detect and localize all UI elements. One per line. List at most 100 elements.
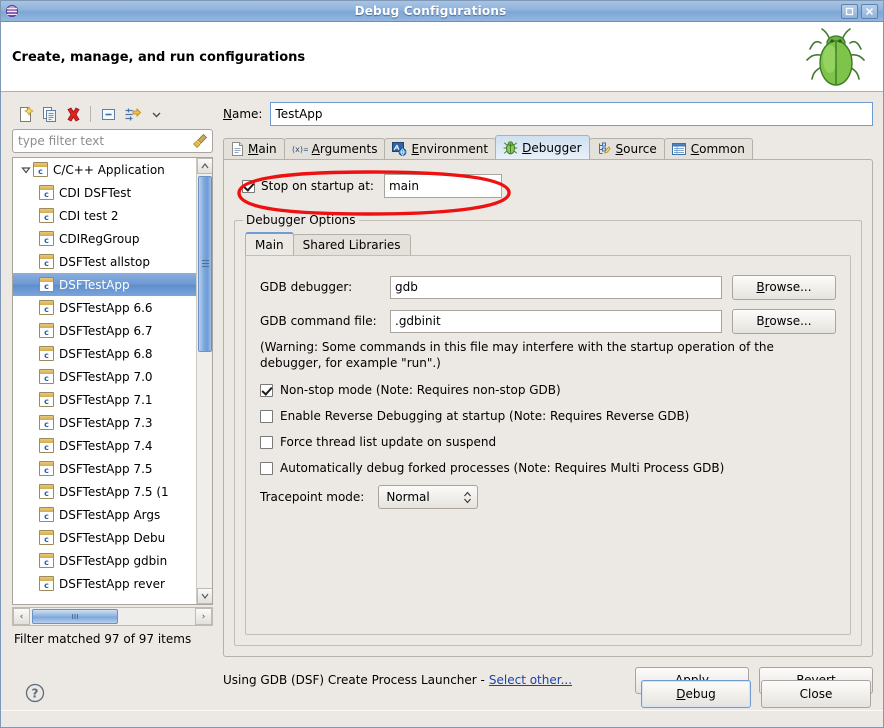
option-force-thread-list-update[interactable]: Force thread list update on suspend (260, 431, 850, 453)
stop-on-startup-checkbox[interactable] (242, 179, 255, 193)
help-question-icon[interactable]: ? (25, 683, 45, 703)
new-launch-configuration-icon[interactable] (14, 103, 36, 125)
broom-icon[interactable] (192, 133, 208, 149)
c-application-icon: c (39, 576, 54, 591)
tree-root-cpp-application[interactable]: c C/C++ Application (13, 158, 196, 181)
subtab-main[interactable]: Main (245, 232, 294, 255)
force-thread-list-update-checkbox[interactable] (260, 435, 273, 449)
tree-item[interactable]: c DSFTestApp rever (13, 572, 196, 595)
tracepoint-mode-select[interactable]: Normal (378, 485, 479, 509)
tab-main[interactable]: Main (223, 138, 285, 159)
spinner-updown-icon[interactable] (461, 489, 473, 506)
chevron-down-icon[interactable] (145, 103, 167, 125)
name-row: Name: (223, 101, 873, 127)
tree-item-label: DSFTestApp 6.6 (59, 300, 153, 315)
name-input[interactable] (270, 102, 873, 126)
option-reverse-debugging[interactable]: Enable Reverse Debugging at startup (Not… (260, 405, 850, 427)
gdb-debugger-browse-button[interactable]: Browse... (732, 274, 836, 300)
debugger-options-group: Debugger Options Main Shared Libraries G… (234, 213, 862, 646)
c-application-icon: c (39, 530, 54, 545)
svg-text:?: ? (32, 687, 39, 701)
close-button[interactable]: Close (761, 680, 871, 708)
auto-debug-forked-checkbox[interactable] (260, 461, 273, 475)
dialog-body: c C/C++ Application c CDI DSFTest c CDI tes… (1, 93, 883, 727)
tree-horizontal-scrollbar[interactable]: ‹ › (12, 607, 213, 626)
c-application-icon: c (39, 484, 54, 499)
vertical-scroll-thumb[interactable] (198, 176, 212, 352)
tree-item[interactable]: c DSFTestApp 7.4 (13, 434, 196, 457)
tree-item[interactable]: c DSFTestApp 7.3 (13, 411, 196, 434)
tree-item[interactable]: c DSFTestApp Args (13, 503, 196, 526)
tab-arguments[interactable]: (x)= Arguments (283, 138, 386, 159)
tracepoint-mode-row: Tracepoint mode: Normal (260, 485, 850, 509)
tree-vertical-scrollbar[interactable] (196, 158, 212, 604)
reverse-debugging-checkbox[interactable] (260, 409, 273, 423)
footer-buttons: Debug Close (641, 680, 871, 708)
tree-item[interactable]: c DSFTestApp (13, 273, 196, 296)
force-thread-list-update-label: Force thread list update on suspend (280, 435, 497, 449)
c-application-icon: c (39, 277, 54, 292)
gdb-debugger-input[interactable] (390, 275, 722, 299)
tree-item[interactable]: c DSFTestApp 6.7 (13, 319, 196, 342)
configurations-tree[interactable]: c C/C++ Application c CDI DSFTest c CDI tes… (12, 157, 213, 605)
filter-status-text: Filter matched 97 of 97 items (14, 632, 192, 646)
tree-item[interactable]: c CDI DSFTest (13, 181, 196, 204)
tab-debugger-label: Debugger (522, 140, 582, 155)
tree-horizontal-scrollbar-wrap: ‹ › (12, 607, 213, 626)
gdb-command-file-input[interactable] (390, 309, 722, 333)
tree-item[interactable]: c DSFTestApp 7.5 (13, 457, 196, 480)
option-non-stop-mode[interactable]: Non-stop mode (Note: Requires non-stop G… (260, 379, 850, 401)
debugger-options-subtabs: Main Shared Libraries (245, 232, 861, 255)
option-auto-debug-forked[interactable]: Automatically debug forked processes (No… (260, 457, 850, 479)
tree-item[interactable]: c DSFTestApp 6.8 (13, 342, 196, 365)
horizontal-scroll-thumb[interactable] (32, 609, 118, 624)
non-stop-mode-checkbox[interactable] (260, 383, 273, 397)
stop-on-startup-label: Stop on startup at: (261, 179, 374, 193)
tab-common[interactable]: Common (663, 138, 753, 159)
filter-box[interactable] (12, 129, 213, 153)
tree-item[interactable]: c CDIRegGroup (13, 227, 196, 250)
environment-icon (392, 142, 407, 156)
page-title: Create, manage, and run configurations (12, 50, 306, 65)
c-application-icon: c (39, 254, 54, 269)
debug-button[interactable]: Debug (641, 680, 751, 708)
expand-arrow-icon[interactable] (19, 165, 33, 175)
configurations-panel: c C/C++ Application c CDI DSFTest c CDI tes… (12, 101, 213, 666)
tree-item[interactable]: c DSFTestApp Debu (13, 526, 196, 549)
scroll-left-icon[interactable]: ‹ (13, 608, 30, 625)
subtab-shared-libraries[interactable]: Shared Libraries (292, 234, 411, 255)
scroll-up-icon[interactable] (197, 158, 212, 174)
dialog-header: Create, manage, and run configurations (1, 22, 883, 92)
c-application-icon: c (39, 369, 54, 384)
c-application-icon: c (39, 392, 54, 407)
search-input[interactable] (13, 131, 175, 151)
scroll-right-icon[interactable]: › (195, 608, 212, 625)
gdb-command-file-browse-button[interactable]: Browse... (732, 308, 836, 334)
close-icon[interactable] (861, 3, 878, 19)
maximize-icon[interactable] (841, 3, 858, 19)
tab-debugger[interactable]: Debugger (495, 135, 590, 159)
duplicate-icon[interactable] (38, 103, 60, 125)
tree-item-label: DSFTestApp 7.1 (59, 392, 153, 407)
collapse-all-icon[interactable] (97, 103, 119, 125)
tab-source[interactable]: Source (588, 138, 665, 159)
tab-environment[interactable]: Environment (384, 138, 497, 159)
dialog-footer: ? Debug Close (1, 669, 883, 727)
tree-item[interactable]: c DSFTestApp 6.6 (13, 296, 196, 319)
c-application-icon: c (39, 461, 54, 476)
gdb-command-file-warning: (Warning: Some commands in this file may… (260, 340, 774, 370)
tree-item[interactable]: c DSFTest allstop (13, 250, 196, 273)
filter-icon[interactable] (121, 103, 143, 125)
gdb-debugger-row: GDB debugger: Browse... (260, 274, 850, 300)
tracepoint-mode-label: Tracepoint mode: (260, 490, 365, 504)
tree-item[interactable]: c DSFTestApp 7.1 (13, 388, 196, 411)
tree-item[interactable]: c DSFTestApp 7.0 (13, 365, 196, 388)
tree-item[interactable]: c DSFTestApp 7.5 (1 (13, 480, 196, 503)
delete-icon[interactable] (62, 103, 84, 125)
gdb-debugger-label: GDB debugger: (260, 280, 353, 294)
scroll-down-icon[interactable] (197, 588, 212, 604)
stop-on-startup-input[interactable] (383, 174, 502, 198)
arguments-icon: (x)= (292, 145, 308, 154)
tree-item[interactable]: c CDI test 2 (13, 204, 196, 227)
tree-item[interactable]: c DSFTestApp gdbin (13, 549, 196, 572)
